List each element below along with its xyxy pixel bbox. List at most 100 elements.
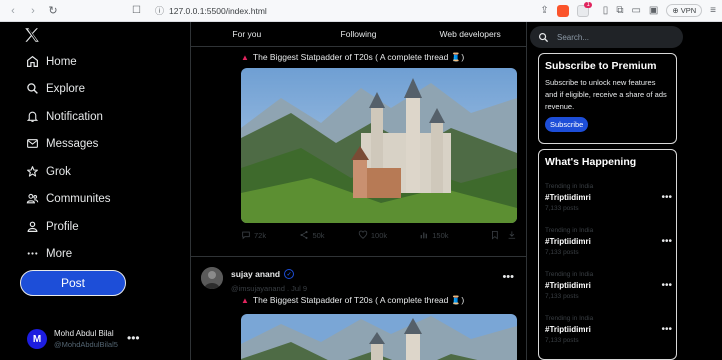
tab-following[interactable]: Following <box>303 22 415 46</box>
nav-communities-label: Communites <box>46 192 111 205</box>
nav-communities[interactable]: Communites <box>26 192 111 205</box>
trend-item[interactable]: Trending in India #Triptiidimri 7,133 po… <box>545 271 672 300</box>
timeline: For you Following Web developers ▲ The B… <box>190 22 527 360</box>
nav-grok-label: Grok <box>46 165 71 178</box>
bell-icon <box>26 111 39 122</box>
reply-button[interactable]: 72k <box>241 230 299 240</box>
post-actions: 72k 50k 100k 150k <box>241 230 517 240</box>
trend-label: Trending in India <box>545 315 594 322</box>
post-button[interactable]: Post <box>20 270 126 296</box>
nav-profile[interactable]: Profile <box>26 220 79 233</box>
trend-item[interactable]: Trending in India #Triptiidimri 7,133 po… <box>545 227 672 256</box>
view-count: 150k <box>432 230 449 240</box>
trend-item[interactable]: Trending in India #Triptiidimri 7,133 po… <box>545 183 672 212</box>
verified-badge-icon: ✓ <box>284 269 295 279</box>
premium-card: Subscribe to Premium Subscribe to unlock… <box>538 53 677 144</box>
happening-title: What's Happening <box>545 156 637 168</box>
nav-messages[interactable]: Messages <box>26 137 98 150</box>
siren-icon: ▲ <box>241 296 249 305</box>
trend-label: Trending in India <box>545 271 594 278</box>
trend-item[interactable]: Trending in India #Triptiidimri 7,133 po… <box>545 315 672 344</box>
heart-icon <box>358 230 368 239</box>
trend-count: 7,133 posts <box>545 249 579 256</box>
nav-grok[interactable]: Grok <box>26 165 71 178</box>
url-text[interactable]: 127.0.0.1:5500/index.html <box>169 6 267 16</box>
whats-happening-card: What's Happening Trending in India #Trip… <box>538 149 677 360</box>
forward-arrow-icon[interactable]: › <box>26 4 40 18</box>
premium-text: Subscribe to unlock new features and if … <box>545 78 667 111</box>
account-name: Mohd Abdul Bilal <box>54 329 114 338</box>
castle-landscape-image <box>241 314 517 360</box>
trend-label: Trending in India <box>545 183 594 190</box>
like-button[interactable]: 100k <box>358 230 419 240</box>
trend-menu-icon[interactable]: ••• <box>661 236 672 247</box>
trend-menu-icon[interactable]: ••• <box>661 192 672 203</box>
share-icon <box>300 231 308 239</box>
vpn-label: VPN <box>680 6 697 15</box>
browser-toolbar: ‹ › ↻ ☐ ⓘ 127.0.0.1:5500/index.html ⇪ 1 … <box>0 0 722 22</box>
repost-button[interactable]: 50k <box>299 230 357 240</box>
post-title: The Biggest Statpadder of T20s ( A compl… <box>252 52 465 62</box>
account-menu-icon[interactable]: ••• <box>127 331 140 345</box>
vpn-button[interactable]: ⊕ VPN <box>666 4 703 17</box>
reload-icon[interactable]: ↻ <box>46 4 60 18</box>
nav-explore[interactable]: Explore <box>26 82 85 95</box>
views-button[interactable]: 150k <box>419 230 483 240</box>
tab-for-you[interactable]: For you <box>191 22 303 46</box>
person-icon <box>27 221 38 232</box>
siren-icon: ▲ <box>241 53 249 62</box>
post-menu-icon[interactable]: ••• <box>502 271 514 283</box>
tab-web-developers[interactable]: Web developers <box>414 22 526 46</box>
author-name[interactable]: sujay anand <box>231 269 280 279</box>
menu-icon[interactable]: ≡ <box>710 5 716 16</box>
site-info-icon[interactable]: ⓘ <box>155 4 164 17</box>
trend-menu-icon[interactable]: ••• <box>661 324 672 335</box>
extension-icon[interactable]: 1 <box>576 1 592 17</box>
repost-count: 50k <box>312 230 325 240</box>
author-handle: @imsujayanand . Jul 9 <box>231 284 307 293</box>
brave-shield-icon[interactable] <box>556 4 569 17</box>
trend-count: 7,133 posts <box>545 337 579 344</box>
trend-menu-icon[interactable]: ••• <box>661 280 672 291</box>
people-icon <box>26 193 39 204</box>
search-box[interactable] <box>530 26 683 48</box>
search-icon <box>539 32 549 42</box>
nav-home-label: Home <box>46 55 77 68</box>
nav-explore-label: Explore <box>46 82 85 95</box>
search-icon <box>27 83 38 94</box>
share-icon[interactable]: ⇪ <box>540 5 548 16</box>
wallet-icon[interactable]: ▣ <box>649 5 658 16</box>
app: Home Explore Notification Messages Grok … <box>0 22 722 360</box>
trend-count: 7,133 posts <box>545 293 579 300</box>
sidebar-toggle-icon[interactable]: ▯ <box>603 5 609 16</box>
tab-panel-icon[interactable]: ▭ <box>631 5 640 16</box>
avatar: M <box>27 329 47 349</box>
right-column: Subscribe to Premium Subscribe to unlock… <box>528 22 722 360</box>
account-switcher[interactable]: M Mohd Abdul Bilal @MohdAbdulBilal5 ••• <box>27 329 140 349</box>
post-image[interactable] <box>241 68 517 223</box>
bookmark-icon[interactable]: ☐ <box>132 5 141 16</box>
nav-messages-label: Messages <box>46 137 99 150</box>
back-arrow-icon[interactable]: ‹ <box>6 4 20 18</box>
subscribe-button[interactable]: Subscribe <box>545 117 589 132</box>
nav-notification[interactable]: Notification <box>26 110 103 123</box>
download-icon[interactable] <box>507 230 517 240</box>
post-text: ▲ The Biggest Statpadder of T20s ( A com… <box>241 52 464 63</box>
x-logo-icon[interactable] <box>23 26 41 44</box>
post-image[interactable] <box>241 314 517 360</box>
post-divider <box>191 256 526 257</box>
search-input[interactable] <box>557 32 667 42</box>
nav-more[interactable]: More <box>26 247 72 260</box>
address-bar[interactable]: ⓘ 127.0.0.1:5500/index.html <box>155 4 267 17</box>
puzzle-icon[interactable]: ⧉ <box>616 5 623 16</box>
trend-tag: #Triptiidimri <box>545 281 591 290</box>
author-avatar[interactable] <box>201 267 223 289</box>
trend-count: 7,133 posts <box>545 205 579 212</box>
trend-tag: #Triptiidimri <box>545 193 591 202</box>
trend-tag: #Triptiidimri <box>545 325 591 334</box>
post-author[interactable]: sujay anand ✓ @imsujayanand . Jul 9 <box>201 267 307 293</box>
nav-home[interactable]: Home <box>26 55 77 68</box>
bookmark-icon[interactable] <box>490 230 500 240</box>
star-icon <box>27 166 38 177</box>
avatar-photo <box>201 267 223 289</box>
